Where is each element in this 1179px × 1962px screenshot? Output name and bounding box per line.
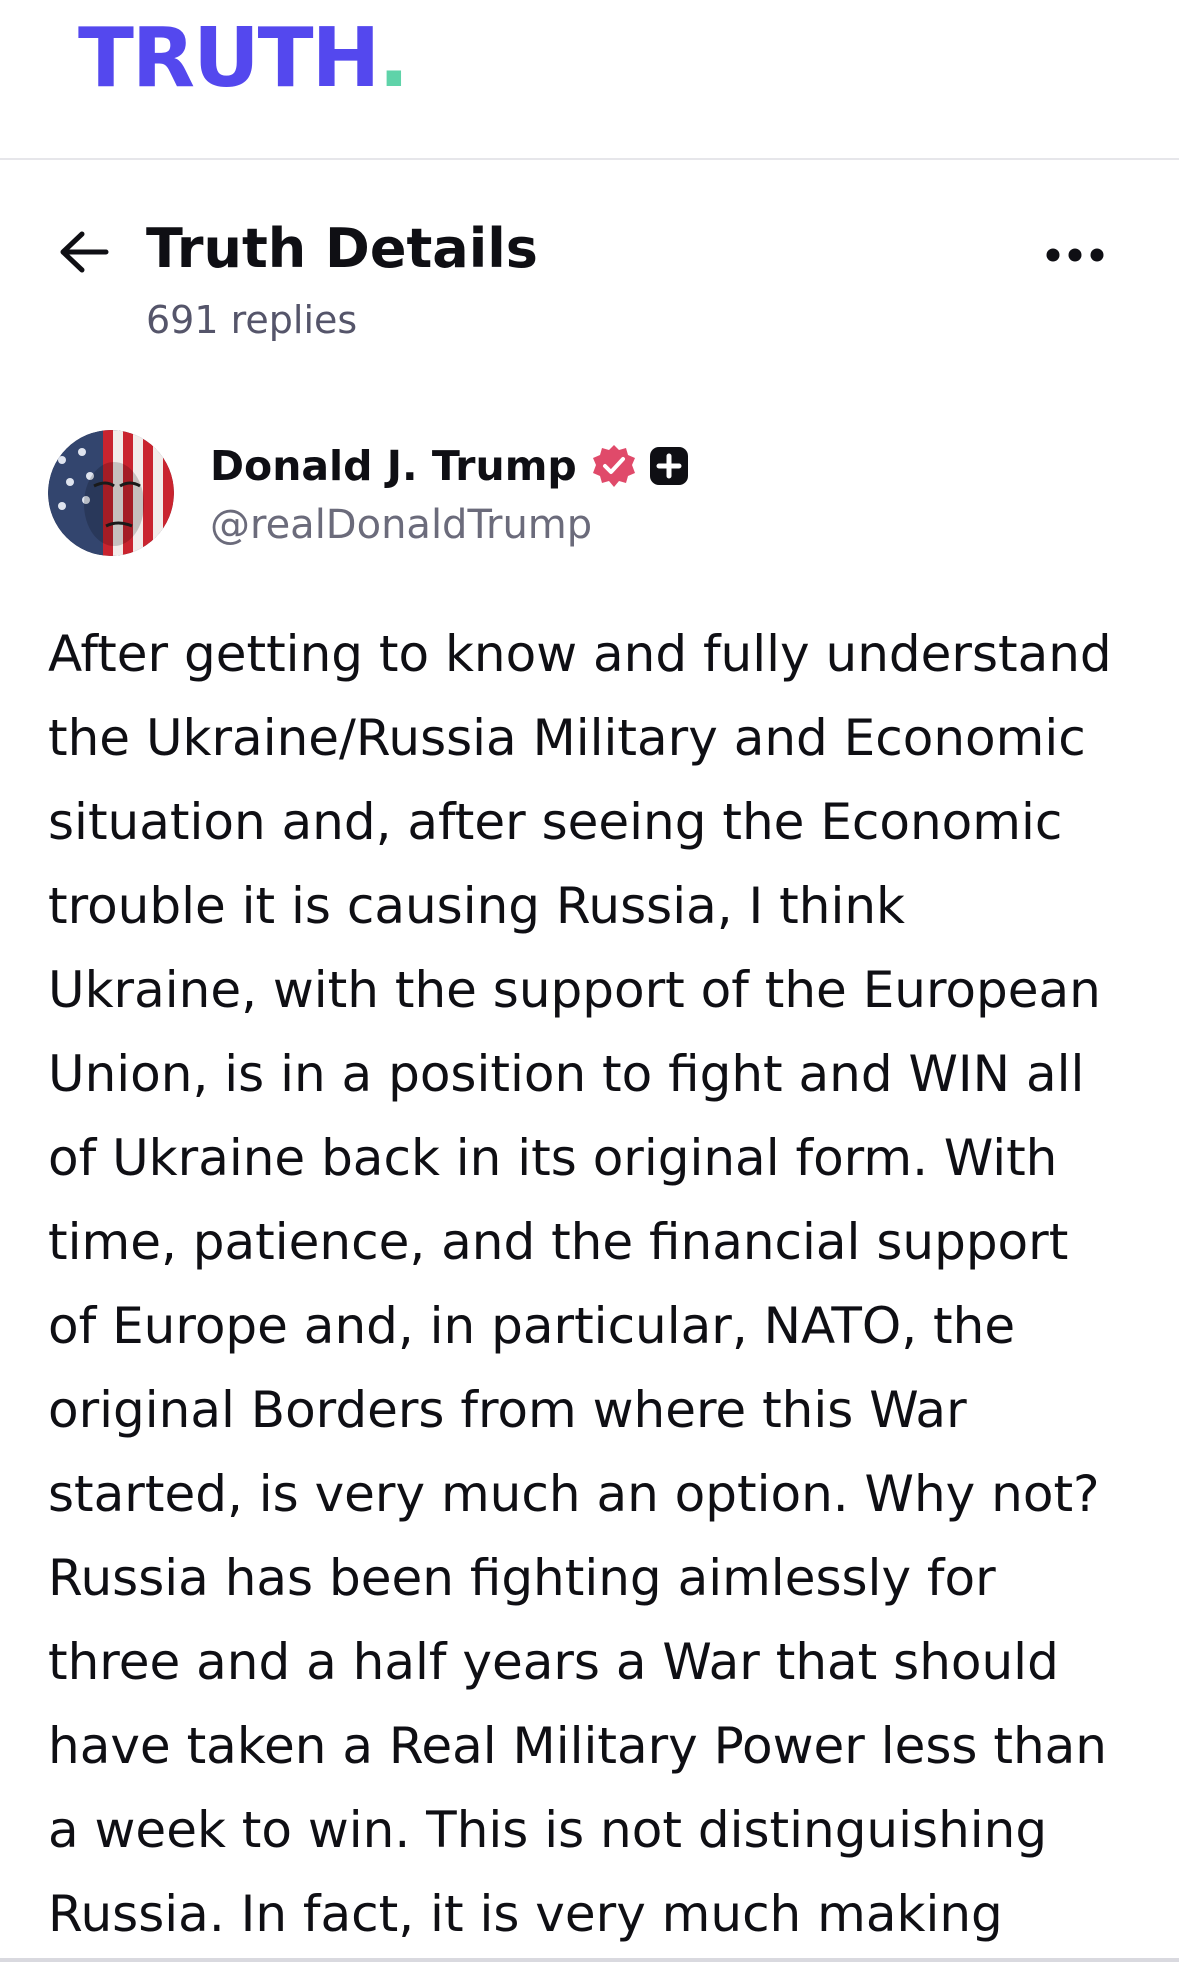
verified-badge-icon: [591, 443, 637, 489]
author-handle[interactable]: @realDonaldTrump: [210, 502, 592, 548]
page-title: Truth Details: [146, 217, 538, 280]
post-text-line: Russia. In fact, it is very much making: [48, 1885, 1003, 1943]
post-text-line: After getting to know and fully understa…: [48, 625, 1112, 683]
back-button[interactable]: [52, 220, 116, 284]
author-name[interactable]: Donald J. Trump: [210, 442, 577, 490]
post-text-line: of Europe and, in particular, NATO, the: [48, 1297, 1016, 1355]
truth-logo[interactable]: TRUTH.: [78, 18, 409, 100]
post-author: Donald J. Trump @realDonaldTrump: [0, 420, 1179, 570]
post-text-line: started, is very much an option. Why not…: [48, 1465, 1100, 1523]
post-text: After getting to know and fully understa…: [48, 612, 1158, 1956]
post-text-line: have taken a Real Military Power less th…: [48, 1717, 1107, 1775]
post-text-line: of Ukraine back in its original form. Wi…: [48, 1129, 1058, 1187]
post-text-line: three and a half years a War that should: [48, 1633, 1059, 1691]
post-text-line: trouble it is causing Russia, I think: [48, 877, 906, 935]
post-text-line: situation and, after seeing the Economic: [48, 793, 1063, 851]
post-text-line: Ukraine, with the support of the Europea…: [48, 961, 1101, 1019]
post-text-line: Union, is in a position to fight and WIN…: [48, 1045, 1085, 1103]
avatar-image: [48, 430, 174, 556]
logo-text: TRUTH: [78, 11, 380, 106]
post-text-line: original Borders from where this War: [48, 1381, 967, 1439]
replies-count[interactable]: 691 replies: [146, 298, 357, 344]
post-text-line: a week to win. This is not distinguishin…: [48, 1801, 1048, 1859]
page-header: Truth Details 691 replies: [0, 160, 1179, 390]
post-text-line: time, patience, and the financial suppor…: [48, 1213, 1069, 1271]
post-text-line: the Ukraine/Russia Military and Economic: [48, 709, 1086, 767]
more-options-button[interactable]: [1033, 230, 1117, 280]
arrow-left-icon: [60, 231, 109, 273]
logo-dot: .: [378, 11, 409, 106]
avatar[interactable]: [48, 430, 174, 556]
plus-badge-icon: [649, 446, 689, 486]
post-text-line: Russia has been fighting aimlessly for: [48, 1549, 996, 1607]
top-bar: TRUTH.: [0, 0, 1179, 160]
more-horizontal-icon: [1046, 248, 1104, 262]
divider: [0, 1958, 1179, 1962]
author-name-row: Donald J. Trump: [210, 436, 701, 496]
